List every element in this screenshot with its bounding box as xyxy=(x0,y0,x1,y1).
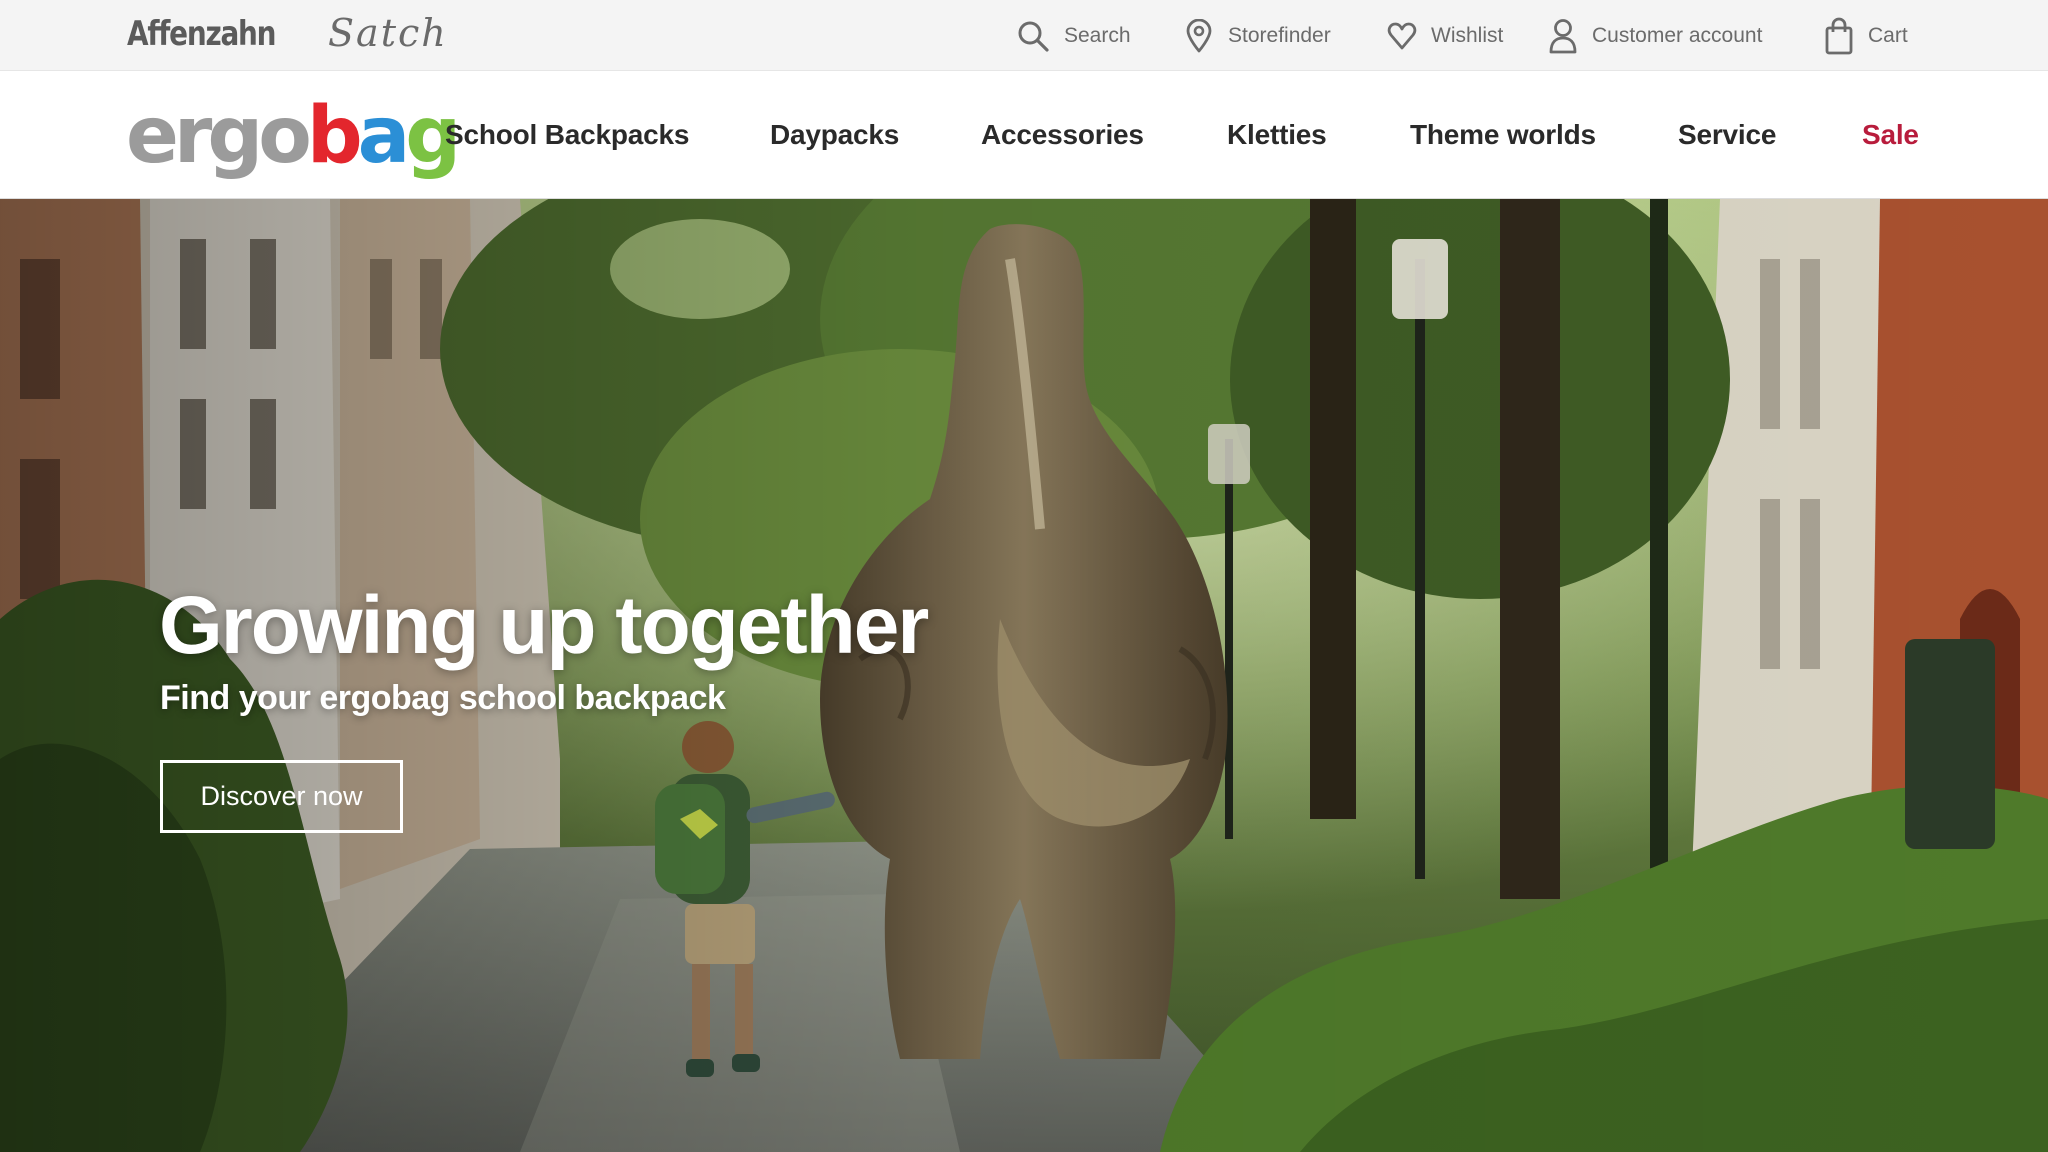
nav-item-theme-worlds[interactable]: Theme worlds xyxy=(1410,71,1596,199)
discover-now-button[interactable]: Discover now xyxy=(160,760,403,833)
search-icon xyxy=(1018,21,1049,52)
cart-link[interactable]: Cart xyxy=(1824,0,1908,71)
logo-letter: b xyxy=(306,91,363,181)
top-utility-bar: Affenzahn Satch Search Storefinder Wishl… xyxy=(0,0,2048,71)
hero-title: Growing up together xyxy=(159,580,929,671)
shopping-bag-icon xyxy=(1825,17,1853,54)
brand-link-satch[interactable]: Satch xyxy=(328,10,448,56)
nav-item-school-backpacks[interactable]: School Backpacks xyxy=(445,71,689,199)
customer-account-label: Customer account xyxy=(1592,23,1763,47)
wishlist-label: Wishlist xyxy=(1431,23,1504,47)
nav-item-kletties[interactable]: Kletties xyxy=(1227,71,1327,199)
search-link[interactable]: Search xyxy=(1016,0,1131,71)
search-label: Search xyxy=(1064,23,1131,47)
customer-account-link[interactable]: Customer account xyxy=(1548,0,1762,71)
logo-letter: o xyxy=(258,91,312,181)
heart-icon xyxy=(1387,22,1417,49)
user-icon xyxy=(1549,18,1577,53)
hero-subtitle: Find your ergobag school backpack xyxy=(160,679,726,717)
wishlist-link[interactable]: Wishlist xyxy=(1387,0,1503,71)
storefinder-link[interactable]: Storefinder xyxy=(1184,0,1331,71)
nav-item-service[interactable]: Service xyxy=(1678,71,1776,199)
nav-item-sale[interactable]: Sale xyxy=(1862,71,1919,199)
hero-banner: Growing up together Find your ergobag sc… xyxy=(0,199,2048,1152)
main-navigation: ergobag School Backpacks Daypacks Access… xyxy=(0,71,2048,199)
logo-letter: r xyxy=(173,91,213,181)
cart-label: Cart xyxy=(1868,23,1908,47)
logo-letter: e xyxy=(126,91,179,181)
storefinder-label: Storefinder xyxy=(1228,23,1331,47)
logo-letter: g xyxy=(207,91,263,181)
ergobag-logo[interactable]: ergobag xyxy=(126,91,461,181)
logo-letter: a xyxy=(357,91,411,181)
location-pin-icon xyxy=(1186,18,1212,52)
nav-item-daypacks[interactable]: Daypacks xyxy=(770,71,899,199)
hero-background-image xyxy=(0,199,2048,1152)
brand-link-affenzahn[interactable]: Affenzahn xyxy=(127,12,276,56)
nav-item-accessories[interactable]: Accessories xyxy=(981,71,1144,199)
